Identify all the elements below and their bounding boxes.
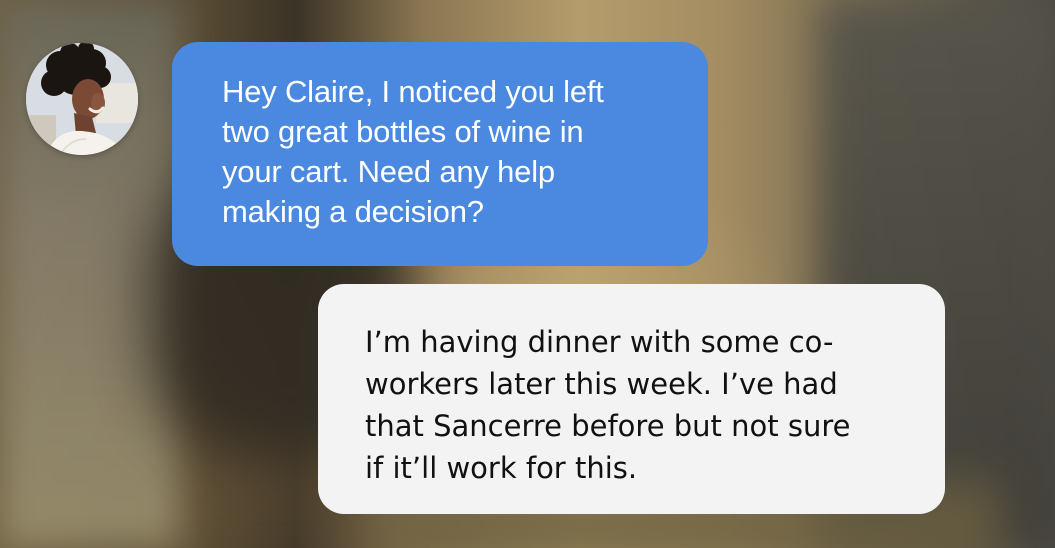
agent-message-line: your cart. Need any help <box>222 154 555 189</box>
woman-profile-avatar-icon <box>26 43 138 155</box>
user-message-line: I’m having dinner with some co- <box>365 325 834 359</box>
user-message-line: workers later this week. I’ve had <box>365 367 838 401</box>
user-message-line: if it’ll work for this. <box>365 451 638 485</box>
agent-avatar <box>26 43 138 155</box>
agent-message-line: making a decision? <box>222 194 484 229</box>
agent-message-line: two great bottles of wine in <box>222 114 584 149</box>
user-message-line: that Sancerre before but not sure <box>365 409 851 443</box>
user-message-bubble: I’m having dinner with some co- workers … <box>318 284 945 514</box>
agent-message-bubble: Hey Claire, I noticed you left two great… <box>172 42 708 266</box>
agent-message-line: Hey Claire, I noticed you left <box>222 74 604 109</box>
